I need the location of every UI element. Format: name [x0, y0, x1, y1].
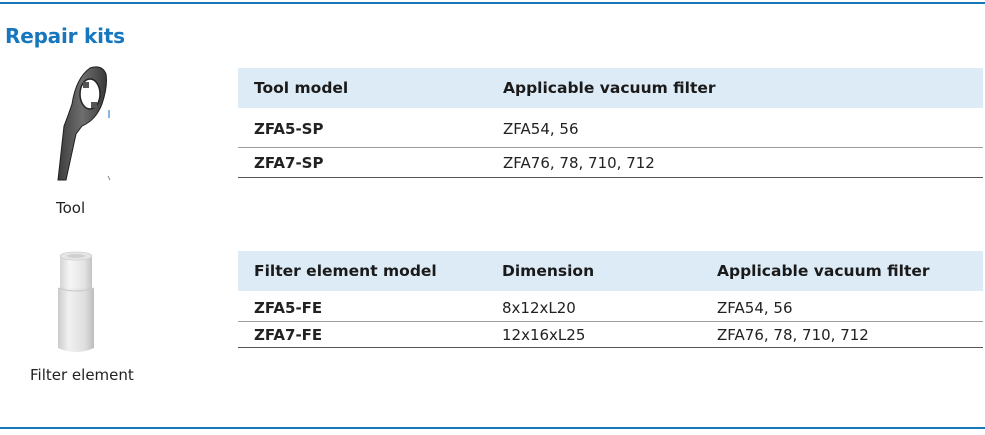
tool-model-cell: ZFA7-SP	[238, 147, 487, 178]
column-header-dimension: Dimension	[486, 251, 701, 291]
table-header-row: Tool model Applicable vacuum filter	[238, 68, 983, 108]
table-header-row: Filter element model Dimension Applicabl…	[238, 251, 983, 291]
table-row: ZFA5-FE 8x12xL20 ZFA54, 56	[238, 291, 983, 322]
filter-element-table: Filter element model Dimension Applicabl…	[238, 251, 983, 348]
tool-table: Tool model Applicable vacuum filter ZFA5…	[238, 68, 983, 178]
applicable-filter-cell: ZFA76, 78, 710, 712	[701, 321, 983, 348]
table-row: ZFA7-SP ZFA76, 78, 710, 712	[238, 147, 983, 178]
tool-model-cell: ZFA5-SP	[238, 108, 487, 148]
applicable-filter-cell: ZFA54, 56	[487, 108, 983, 148]
applicable-filter-cell: ZFA76, 78, 710, 712	[487, 147, 983, 178]
column-header-applicable-vacuum-filter: Applicable vacuum filter	[487, 68, 983, 108]
dimension-cell: 12x16xL25	[486, 321, 701, 348]
column-header-applicable-vacuum-filter: Applicable vacuum filter	[701, 251, 983, 291]
column-header-filter-element-model: Filter element model	[238, 251, 486, 291]
table-row: ZFA5-SP ZFA54, 56	[238, 108, 983, 148]
tool-caption: Tool	[56, 199, 86, 217]
table-row: ZFA7-FE 12x16xL25 ZFA76, 78, 710, 712	[238, 321, 983, 348]
column-header-tool-model: Tool model	[238, 68, 487, 108]
filter-element-model-cell: ZFA5-FE	[238, 291, 486, 322]
filter-element-caption: Filter element	[30, 366, 134, 384]
bottom-rule	[0, 427, 985, 429]
top-rule	[0, 2, 985, 4]
applicable-filter-cell: ZFA54, 56	[701, 291, 983, 322]
tool-image	[57, 66, 111, 181]
section-title: Repair kits	[5, 24, 125, 48]
filter-element-image	[57, 251, 95, 352]
filter-element-model-cell: ZFA7-FE	[238, 321, 486, 348]
dimension-cell: 8x12xL20	[486, 291, 701, 322]
